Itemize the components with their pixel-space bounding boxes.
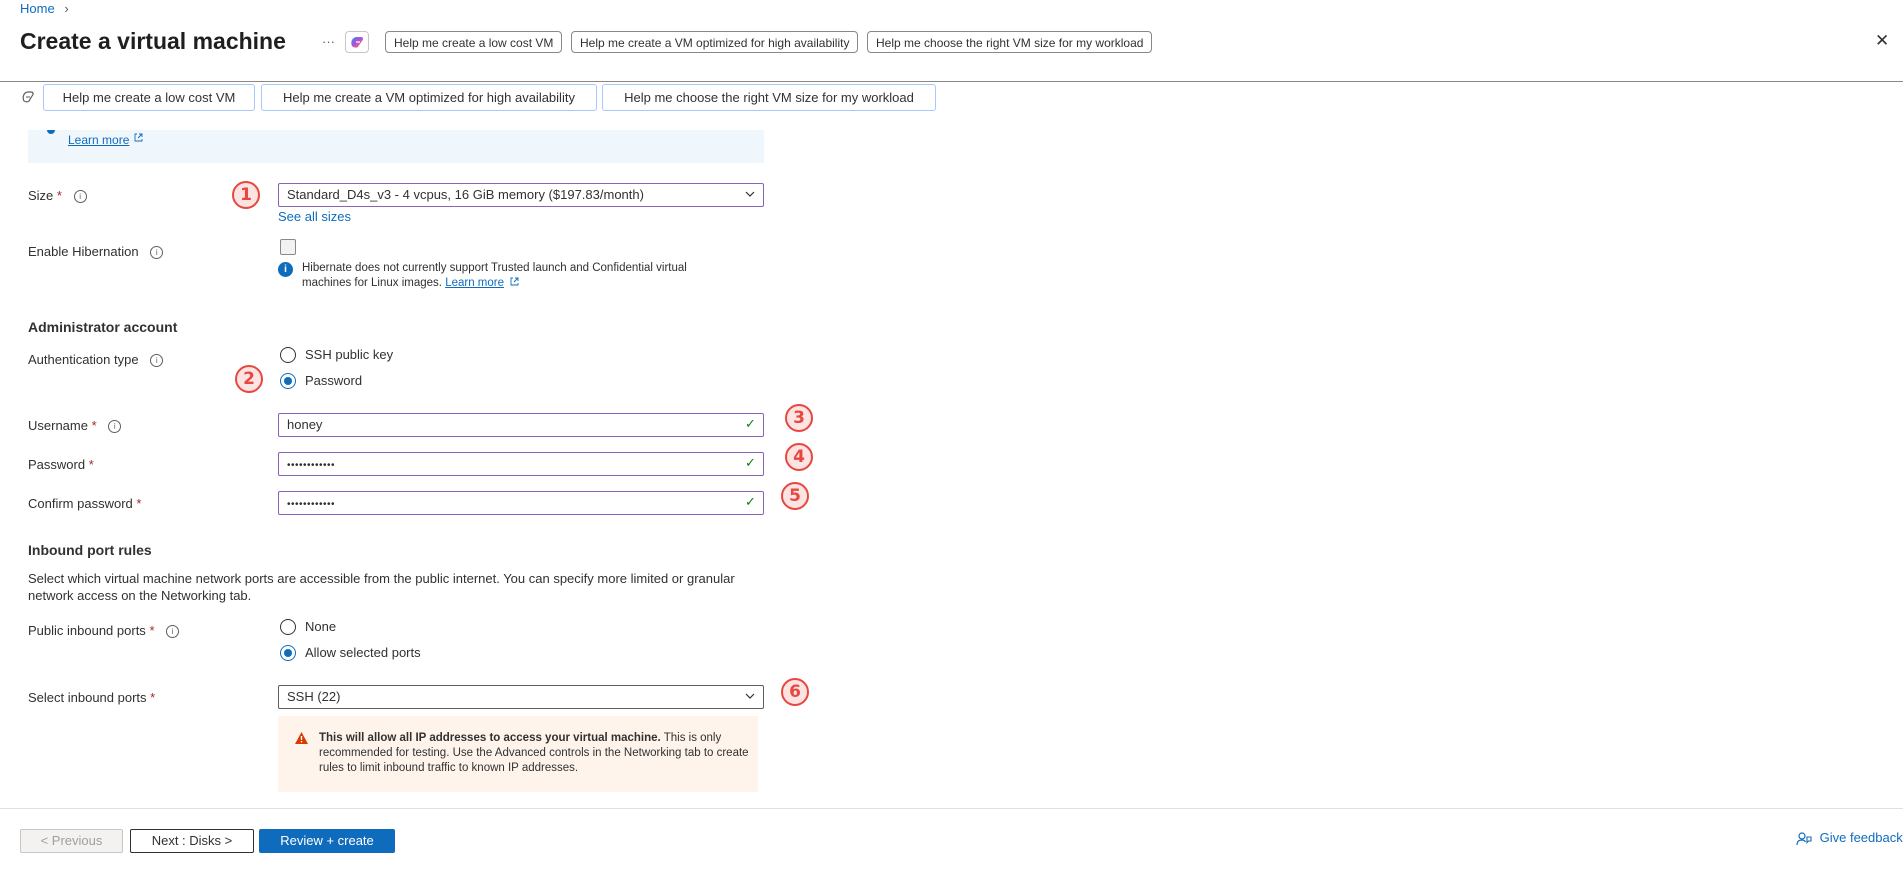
breadcrumb: Home ›: [20, 1, 69, 16]
username-input[interactable]: honey ✓: [278, 413, 764, 437]
external-link-icon: [510, 277, 519, 286]
size-info-icon[interactable]: i: [73, 190, 87, 204]
banner-learn-more-link[interactable]: Learn more: [68, 133, 129, 147]
inbound-ports-dropdown[interactable]: SSH (22): [278, 685, 764, 709]
warning-box: This will allow all IP addresses to acce…: [278, 716, 758, 792]
warning-text: This will allow all IP addresses to acce…: [319, 732, 749, 774]
copilot-button[interactable]: [345, 31, 369, 53]
info-icon: [47, 130, 55, 134]
confirm-password-input[interactable]: •••••••••••• ✓: [278, 491, 764, 515]
chip-vm-size[interactable]: Help me choose the right VM size for my …: [602, 84, 936, 111]
radio-allow-selected-ports[interactable]: [280, 645, 296, 661]
warning-icon: [295, 732, 308, 744]
footer-divider: [0, 808, 1903, 809]
radio-none-label: None: [305, 619, 337, 634]
external-link-icon: [134, 133, 143, 142]
page-title: Create a virtual machine: [20, 28, 286, 54]
feedback-icon: [1796, 831, 1812, 845]
breadcrumb-home[interactable]: Home: [20, 1, 55, 16]
marker-6: 6: [781, 678, 809, 706]
previous-button[interactable]: < Previous: [20, 829, 123, 853]
chevron-down-icon: [745, 191, 755, 197]
username-label: Username * i: [28, 418, 122, 434]
admin-account-heading: Administrator account: [28, 319, 178, 335]
header-chip-vm-size[interactable]: Help me choose the right VM size for my …: [867, 31, 1153, 53]
marker-1: 1: [232, 181, 260, 209]
chip-high-availability[interactable]: Help me create a VM optimized for high a…: [261, 84, 597, 111]
valid-check-icon: ✓: [745, 494, 756, 509]
size-label: Size * i: [28, 188, 87, 204]
valid-check-icon: ✓: [745, 416, 756, 431]
header-chip-high-availability[interactable]: Help me create a VM optimized for high a…: [571, 31, 859, 53]
marker-2: 2: [235, 365, 263, 393]
radio-password-label: Password: [305, 373, 363, 388]
marker-4: 4: [785, 443, 813, 471]
hibernation-learn-more-link[interactable]: Learn more: [445, 277, 504, 289]
give-feedback-link[interactable]: Give feedback: [1796, 830, 1903, 847]
password-value: ••••••••••••: [287, 460, 336, 471]
password-label: Password *: [28, 457, 94, 472]
auth-type-label: Authentication type i: [28, 352, 164, 368]
valid-check-icon: ✓: [745, 455, 756, 470]
username-info-icon[interactable]: i: [108, 420, 122, 434]
radio-none[interactable]: [280, 619, 296, 635]
hibernation-info-icon[interactable]: i: [150, 246, 164, 260]
size-dropdown[interactable]: Standard_D4s_v3 - 4 vcpus, 16 GiB memory…: [278, 183, 764, 207]
public-inbound-ports-label: Public inbound ports * i: [28, 623, 180, 639]
info-filled-icon: i: [278, 262, 293, 277]
see-all-sizes-link[interactable]: See all sizes: [278, 209, 351, 224]
confirm-password-label: Confirm password *: [28, 496, 142, 511]
select-inbound-ports-label: Select inbound ports *: [28, 690, 156, 705]
password-input[interactable]: •••••••••••• ✓: [278, 452, 764, 476]
chevron-down-icon: [745, 693, 755, 699]
hibernation-label: Enable Hibernation i: [28, 244, 164, 260]
radio-allow-selected-label: Allow selected ports: [305, 645, 421, 660]
header-chip-low-cost[interactable]: Help me create a low cost VM: [385, 31, 563, 53]
auth-type-info-icon[interactable]: i: [150, 354, 164, 368]
size-value: Standard_D4s_v3 - 4 vcpus, 16 GiB memory…: [287, 187, 644, 202]
close-icon[interactable]: ✕: [1875, 31, 1889, 51]
copilot-outline-icon: [22, 91, 34, 103]
marker-3: 3: [785, 404, 813, 432]
hibernation-checkbox[interactable]: [280, 239, 296, 255]
header-divider: [0, 81, 1903, 82]
confirm-password-value: ••••••••••••: [287, 499, 336, 510]
hibernation-note: Hibernate does not currently support Tru…: [302, 262, 687, 289]
info-banner: Learn more: [28, 130, 764, 163]
more-icon[interactable]: ···: [322, 34, 335, 49]
review-create-button[interactable]: Review + create: [259, 829, 395, 853]
public-ports-info-icon[interactable]: i: [166, 625, 180, 639]
breadcrumb-separator-icon: ›: [64, 1, 69, 16]
inbound-ports-value: SSH (22): [287, 689, 341, 704]
username-value: honey: [287, 417, 323, 432]
marker-5: 5: [781, 482, 809, 510]
radio-ssh-label: SSH public key: [305, 347, 394, 362]
chip-low-cost[interactable]: Help me create a low cost VM: [43, 84, 255, 111]
next-disks-button[interactable]: Next : Disks >: [130, 829, 254, 853]
radio-ssh-public-key[interactable]: [280, 347, 296, 363]
copilot-icon: [351, 37, 364, 48]
radio-password[interactable]: [280, 373, 296, 389]
inbound-description: Select which virtual machine network por…: [28, 571, 735, 603]
inbound-rules-heading: Inbound port rules: [28, 542, 152, 558]
